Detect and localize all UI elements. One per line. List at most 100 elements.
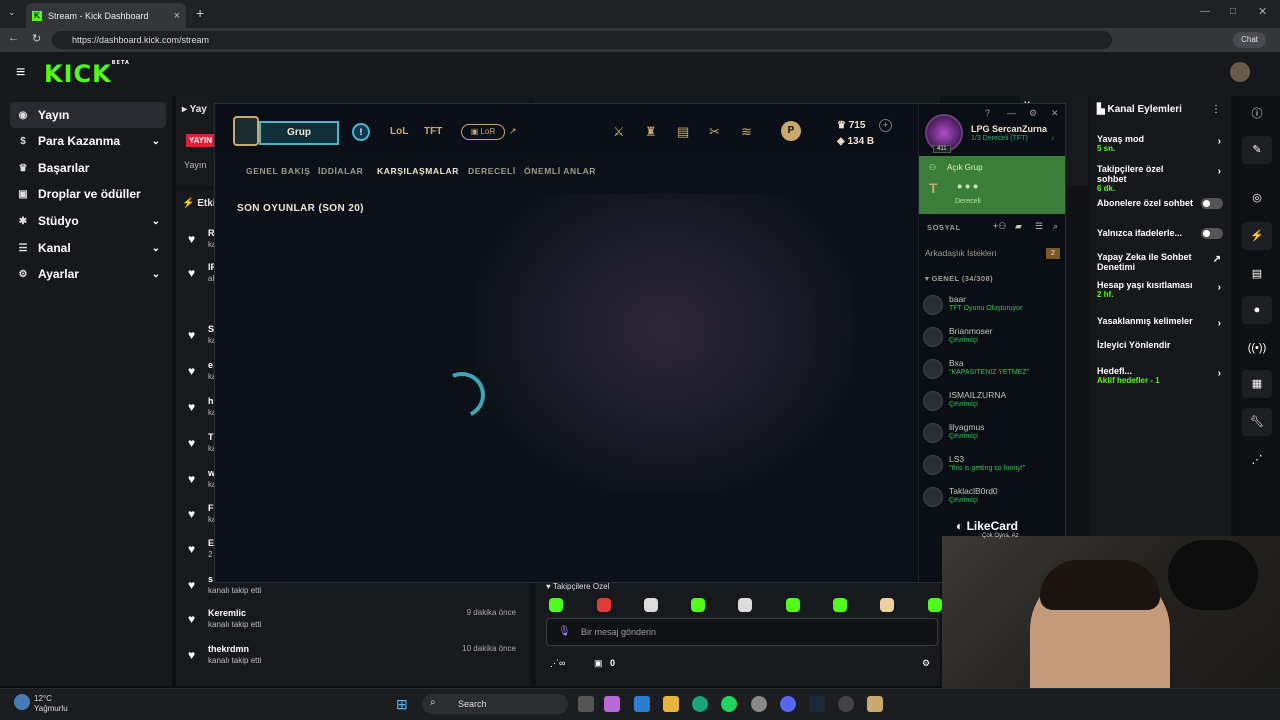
address-bar[interactable]: https://dashboard.kick.com/stream — [52, 31, 1112, 49]
minimize-icon[interactable]: — — [1200, 6, 1210, 17]
lol-logo-icon[interactable] — [233, 116, 259, 146]
league-icon[interactable] — [867, 696, 883, 712]
close-icon[interactable]: ✕ — [1051, 108, 1059, 119]
spotify-icon[interactable] — [721, 696, 737, 712]
general-group-header[interactable]: ▾ GENEL (34/308) — [925, 274, 993, 283]
friend-list-item[interactable]: baar TFT Oyunu Oluşturuyor — [923, 294, 1061, 324]
channel-action-item[interactable]: Hedefl... Aktif hedefler - 1 › — [1097, 366, 1227, 385]
friend-requests[interactable]: Arkadaşlık İstekleri — [925, 248, 996, 258]
tab-genel-bakis[interactable]: GENEL BAKIŞ — [246, 166, 311, 176]
broadcast-icon[interactable]: ((•)) — [1242, 334, 1272, 362]
store-icon[interactable]: ▣ — [594, 658, 603, 669]
collection-icon[interactable]: ▤ — [677, 124, 689, 140]
ranked-icon[interactable]: ♜ — [645, 124, 657, 140]
obs-icon[interactable] — [838, 696, 854, 712]
store-icon[interactable]: ≋ — [741, 124, 752, 140]
file-explorer-icon[interactable] — [663, 696, 679, 712]
chat-bubble-icon[interactable]: ● — [1242, 296, 1272, 324]
friend-list-item[interactable]: TaklaclB0rd0 Çevrimiçi — [923, 486, 1061, 516]
weather-icon[interactable] — [14, 694, 30, 710]
reload-icon[interactable]: ↻ — [32, 32, 41, 45]
weather-widget[interactable]: 12°C Yağmurlu — [34, 694, 68, 714]
new-tab-icon[interactable]: + — [196, 5, 204, 21]
tab-iddialar[interactable]: İDDİALAR — [318, 166, 363, 176]
channel-action-item[interactable]: Takipçilere özel sohbet 6 dk. › — [1097, 164, 1227, 193]
task-view-icon[interactable] — [578, 696, 594, 712]
discord-icon[interactable] — [780, 696, 796, 712]
activity-username[interactable]: h — [208, 396, 214, 406]
back-icon[interactable]: ← — [8, 32, 19, 44]
sidebar-item-droplar[interactable]: ▣ Droplar ve ödüller — [10, 181, 166, 207]
currency-coin-icon[interactable]: P — [781, 121, 801, 141]
tab-dereceli[interactable]: DERECELİ — [468, 166, 516, 176]
external-link-icon[interactable]: ↗ — [509, 126, 517, 137]
emote-icon[interactable] — [597, 598, 611, 612]
sidebar-item-yayin[interactable]: ◉ Yayın — [10, 102, 166, 128]
avatar[interactable] — [1230, 62, 1250, 82]
channel-action-item[interactable]: İzleyici Yönlendir — [1097, 340, 1227, 350]
channel-action-item[interactable]: Yavaş mod 5 sn. › — [1097, 134, 1227, 153]
steam-icon[interactable] — [809, 696, 825, 712]
chat-settings-icon[interactable]: ⚙ — [922, 658, 930, 669]
activity-username[interactable]: T — [208, 432, 214, 442]
settings-icon[interactable] — [751, 696, 767, 712]
friend-list-item[interactable]: Brianmoser Çevrimiçi — [923, 326, 1061, 356]
sidebar-item-para-kazanma[interactable]: $ Para Kazanma ⌄ — [10, 128, 166, 154]
channel-action-item[interactable]: Yalnızca ifadelerle... — [1097, 228, 1227, 239]
tab-karsilasmalar[interactable]: KARŞILAŞMALAR — [377, 166, 459, 176]
channel-action-item[interactable]: Yasaklanmış kelimeler › — [1097, 316, 1227, 329]
maximize-icon[interactable]: □ — [1230, 6, 1236, 17]
chat-message-input[interactable]: Bir mesaj gönderin — [546, 618, 938, 646]
settings-icon[interactable]: ⚙ — [1029, 108, 1037, 119]
emote-picker-icon[interactable]: ⋰∞ — [550, 658, 565, 669]
add-friend-icon[interactable]: +⚇ — [993, 221, 1006, 232]
sidebar-item-studyo[interactable]: ✱ Stüdyo ⌄ — [10, 208, 166, 234]
emote-icon[interactable] — [833, 598, 847, 612]
activity-username[interactable]: thekrdmn — [208, 644, 249, 654]
activity-username[interactable]: Keremlic — [208, 608, 246, 618]
layout-icon[interactable]: ▦ — [1242, 370, 1272, 398]
emote-icon[interactable] — [880, 598, 894, 612]
help-icon[interactable]: ? — [985, 108, 990, 118]
toggle-switch[interactable] — [1201, 198, 1223, 209]
target-icon[interactable]: ◎ — [1242, 184, 1272, 212]
open-group-panel[interactable]: ⚇ Açık Grup T ● ● ● Dereceli — [919, 156, 1065, 214]
more-options-icon[interactable]: ⋮ — [1211, 104, 1221, 115]
alert-icon[interactable]: ! — [352, 123, 370, 141]
store-icon[interactable] — [634, 696, 650, 712]
bolt-icon[interactable]: ⚡ — [1242, 222, 1272, 250]
friend-list-item[interactable]: lilyagmus Çevrimiçi — [923, 422, 1061, 452]
wrench-icon[interactable]: 🔧︎ — [1242, 408, 1272, 436]
sidebar-item-ayarlar[interactable]: ⚙ Ayarlar ⌄ — [10, 261, 166, 287]
emote-icon[interactable] — [738, 598, 752, 612]
search-icon[interactable]: ⌕ — [1053, 221, 1058, 232]
list-icon[interactable]: ☰ — [1035, 221, 1043, 232]
emote-icon[interactable] — [928, 598, 942, 612]
bell-icon[interactable]: ♪ — [1051, 135, 1055, 142]
channel-action-item[interactable]: Yapay Zeka ile Sohbet Denetimi ↗ — [1097, 252, 1227, 272]
kick-logo[interactable]: KICKBETA — [44, 60, 130, 88]
channel-action-item[interactable]: Abonelere özel sohbet — [1097, 198, 1227, 209]
emote-icon[interactable] — [549, 598, 563, 612]
minimize-icon[interactable]: — — [1007, 108, 1016, 118]
tab-close-icon[interactable]: × — [174, 10, 180, 22]
toggle-switch[interactable] — [1201, 228, 1223, 239]
friend-list-item[interactable]: Bxa "KAPASITENIZ YETMEZ" — [923, 358, 1061, 388]
mode-tft[interactable]: TFT — [424, 126, 442, 137]
emote-icon[interactable] — [644, 598, 658, 612]
emote-icon[interactable] — [691, 598, 705, 612]
activity-username[interactable]: e — [208, 360, 213, 370]
folder-icon[interactable]: ▰ — [1015, 221, 1022, 232]
sidebar-item-kanal[interactable]: ☰ Kanal ⌄ — [10, 235, 166, 261]
channel-action-item[interactable]: Hesap yaşı kısıtlaması 2 hf. › — [1097, 280, 1227, 299]
group-button[interactable]: Grup — [259, 121, 339, 145]
friend-list-item[interactable]: ISMAILZURNA Çevrimiçi — [923, 390, 1061, 420]
edge-icon[interactable] — [692, 696, 708, 712]
info-icon[interactable]: ⓘ — [1242, 100, 1272, 128]
activity-username[interactable]: s — [208, 574, 213, 584]
pencil-icon[interactable]: ✎ — [1242, 136, 1272, 164]
copilot-icon[interactable] — [604, 696, 620, 712]
tab-list-icon[interactable]: ⌄ — [8, 7, 16, 18]
add-currency-icon[interactable]: + — [879, 119, 892, 132]
share-icon[interactable]: ⋰ — [1242, 446, 1272, 474]
